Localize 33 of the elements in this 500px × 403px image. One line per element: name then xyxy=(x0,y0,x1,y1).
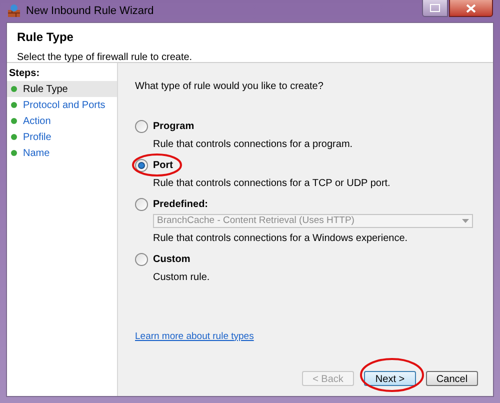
step-item[interactable]: Rule Type xyxy=(7,81,117,97)
radio-button[interactable] xyxy=(135,198,148,211)
highlight-circle xyxy=(359,357,425,393)
radio-button[interactable] xyxy=(135,159,148,172)
firewall-icon xyxy=(7,4,21,18)
restore-button[interactable] xyxy=(422,0,448,17)
highlight-circle xyxy=(131,153,183,177)
close-icon xyxy=(466,4,476,12)
option-description: Rule that controls connections for a program. xyxy=(153,138,354,152)
option-label: Custom xyxy=(153,253,190,267)
wizard-button[interactable]: Next > xyxy=(364,371,416,386)
option-description: Rule that controls connections for a Windows experience. xyxy=(153,232,409,246)
option-description: Rule that controls connections for a TCP or UDP port. xyxy=(153,177,392,191)
page-subtitle: Select the type of firewall rule to create. xyxy=(17,51,194,65)
close-button[interactable] xyxy=(449,0,493,17)
option-label: Program xyxy=(153,120,194,134)
restore-icon xyxy=(430,4,440,12)
help-link[interactable]: Learn more about rule types xyxy=(135,330,473,344)
window-title: New Inbound Rule Wizard xyxy=(26,4,154,19)
caret-icon xyxy=(462,219,469,223)
page-title: Rule Type xyxy=(17,29,74,46)
step-item[interactable]: Profile xyxy=(7,129,117,145)
wizard-button[interactable]: Cancel xyxy=(426,371,478,386)
option-label: Port xyxy=(153,159,173,173)
step-item[interactable]: Protocol and Ports xyxy=(7,97,117,113)
option-description: Custom rule. xyxy=(153,271,211,285)
question-text: What type of rule would you like to create? xyxy=(135,80,324,94)
step-item[interactable]: Name xyxy=(7,145,117,161)
steps-heading: Steps: xyxy=(8,66,41,80)
radio-button[interactable] xyxy=(135,120,148,133)
radio-button[interactable] xyxy=(135,253,148,266)
option-label: Predefined: xyxy=(153,198,208,212)
step-item[interactable]: Action xyxy=(7,113,117,129)
